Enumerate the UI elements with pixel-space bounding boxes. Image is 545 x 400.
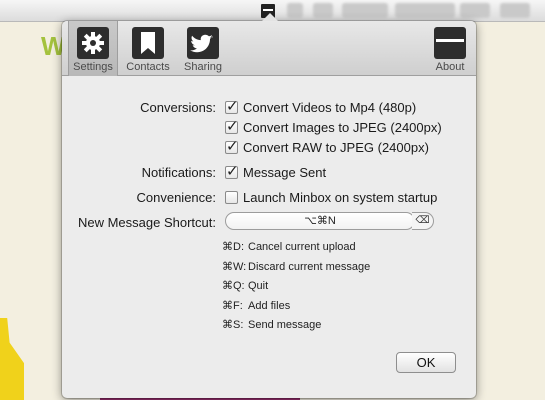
- tab-about-label: About: [435, 61, 465, 73]
- convert-videos-label[interactable]: Convert Videos to Mp4 (480p): [243, 100, 416, 115]
- shortcut-hint: ⌘S: Send message: [222, 318, 321, 331]
- menubar-status-item[interactable]: [395, 3, 455, 18]
- launch-at-startup-label[interactable]: Launch Minbox on system startup: [243, 190, 437, 205]
- hint-text: Quit: [248, 280, 269, 292]
- hint-key: ⌘S:: [222, 319, 244, 331]
- message-sent-label[interactable]: Message Sent: [243, 165, 326, 180]
- ok-button[interactable]: OK: [396, 352, 456, 373]
- tab-contacts[interactable]: Contacts: [122, 21, 174, 76]
- menubar-status-item[interactable]: [500, 3, 530, 18]
- launch-at-startup-checkbox[interactable]: [225, 191, 238, 204]
- hint-text: Cancel current upload: [248, 241, 356, 253]
- tab-settings[interactable]: Settings: [68, 21, 118, 76]
- convert-raw-checkbox[interactable]: [225, 137, 239, 155]
- shortcut-recorder-field[interactable]: ⌥⌘N: [225, 212, 415, 230]
- convenience-label: Convenience:: [136, 190, 217, 205]
- hint-key: ⌘W:: [222, 261, 247, 273]
- tab-sharing[interactable]: Sharing: [178, 21, 228, 76]
- tab-about[interactable]: About: [426, 21, 474, 76]
- new-message-shortcut-label: New Message Shortcut:: [77, 215, 216, 230]
- menubar-app-icon[interactable]: [313, 3, 333, 18]
- convert-images-label[interactable]: Convert Images to JPEG (2400px): [243, 120, 442, 135]
- shortcut-hint: ⌘F: Add files: [222, 299, 290, 312]
- bookmark-icon: [132, 27, 164, 59]
- menubar-status-item[interactable]: [460, 3, 490, 18]
- hint-text: Send message: [248, 319, 322, 331]
- message-sent-checkbox[interactable]: [225, 162, 239, 180]
- hint-key: ⌘D:: [222, 241, 244, 253]
- notifications-label: Notifications:: [141, 165, 216, 180]
- convert-images-checkbox[interactable]: [225, 117, 239, 135]
- clear-shortcut-icon[interactable]: ⌫: [412, 212, 434, 230]
- gear-icon: [77, 27, 109, 59]
- convert-videos-checkbox[interactable]: [225, 97, 239, 115]
- tab-contacts-label: Contacts: [126, 61, 170, 73]
- conversions-label: Conversions:: [140, 100, 216, 115]
- tab-settings-label: Settings: [73, 61, 113, 73]
- shortcut-hint: ⌘W: Discard current message: [222, 260, 370, 273]
- minbox-app-icon: [434, 27, 466, 59]
- preferences-toolbar: Settings Contacts Sharing About: [62, 21, 476, 76]
- shortcut-hint: ⌘D: Cancel current upload: [222, 240, 356, 253]
- background-shape: [0, 318, 24, 400]
- hint-text: Add files: [248, 300, 291, 312]
- shortcut-hint: ⌘Q: Quit: [222, 279, 268, 292]
- tab-sharing-label: Sharing: [184, 61, 222, 73]
- preferences-panel: Settings Contacts Sharing About Conversi…: [62, 13, 476, 398]
- hint-key: ⌘F:: [222, 300, 243, 312]
- hint-key: ⌘Q:: [222, 280, 245, 292]
- menubar-app-icon[interactable]: [342, 3, 388, 18]
- hint-text: Discard current message: [248, 261, 371, 273]
- menubar-app-icon[interactable]: [287, 3, 303, 18]
- convert-raw-label[interactable]: Convert RAW to JPEG (2400px): [243, 140, 429, 155]
- twitter-bird-icon: [187, 27, 219, 59]
